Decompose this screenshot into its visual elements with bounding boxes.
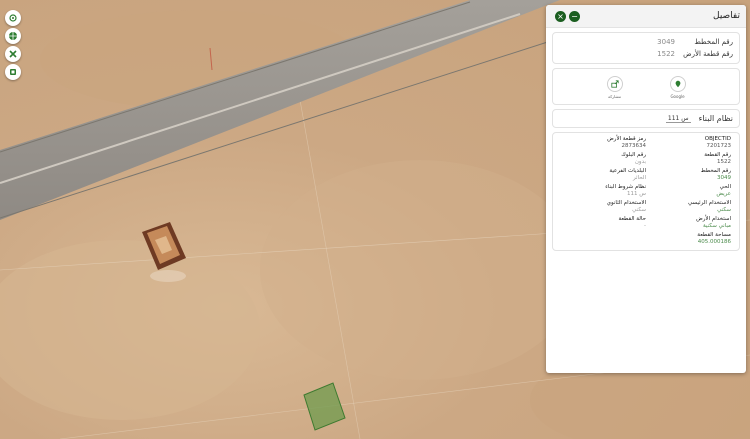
- attribute-cell: [561, 232, 646, 246]
- attribute-value: 3049: [717, 175, 731, 181]
- google-maps-icon: [675, 80, 680, 88]
- share-label: مشاركة: [608, 94, 621, 99]
- attribute-cell: استخدام الأرض مباني سكنية: [646, 216, 731, 230]
- attribute-label: الحي: [719, 184, 731, 190]
- plan-number-label: رقم المخطط: [694, 38, 733, 46]
- attribute-label: رقم القطعة: [704, 152, 731, 158]
- attribute-cell: حالة القطعة -: [561, 216, 646, 230]
- details-panel: تفاصيل − × رقم المخطط 3049 رقم قطعة الأرض…: [546, 5, 746, 373]
- building-system-card: نظام البناء س 111: [552, 109, 740, 128]
- attribute-value: سكني: [717, 207, 731, 213]
- plan-number-value: 3049: [657, 38, 675, 46]
- building-system-value[interactable]: س 111: [665, 115, 691, 123]
- attribute-cell: رقم البلوك بدون: [561, 152, 646, 166]
- attribute-label: البلديات الفرعية: [609, 168, 646, 174]
- attribute-cell: البلديات الفرعية الحائر: [561, 168, 646, 182]
- layers-icon[interactable]: [5, 64, 21, 80]
- attributes-card: OBJECTID 7201723 رمز قطعة الأرض 2873634 رقم …: [552, 132, 740, 251]
- attribute-label: رمز قطعة الأرض: [607, 136, 646, 142]
- attribute-cell: الاستخدام الثانوي سكني: [561, 200, 646, 214]
- attribute-cell: رقم القطعة 1522: [646, 152, 731, 166]
- close-icon[interactable]: ×: [555, 10, 566, 22]
- locate-icon[interactable]: [5, 10, 21, 26]
- attribute-value: 7201723: [706, 143, 732, 149]
- attribute-label: مساحة القطعة: [697, 232, 731, 238]
- attribute-label: الاستخدام الثانوي: [606, 200, 646, 206]
- attribute-cell: نظام شروط البناء س 111: [561, 184, 646, 198]
- attribute-label: نظام شروط البناء: [605, 184, 646, 190]
- attribute-label: استخدام الأرض: [696, 216, 731, 222]
- attribute-cell: الاستخدام الرئيسي سكني: [646, 200, 731, 214]
- tools-icon[interactable]: [5, 46, 21, 62]
- attribute-value: 1522: [717, 159, 731, 165]
- attribute-value: الحائر: [633, 175, 646, 181]
- attribute-value: س 111: [627, 191, 646, 197]
- attribute-label: الاستخدام الرئيسي: [688, 200, 731, 206]
- parcel-number-label: رقم قطعة الأرض: [683, 50, 733, 58]
- attribute-value: -: [644, 223, 646, 229]
- attribute-cell: الحي عريض: [646, 184, 731, 198]
- attribute-cell: رمز قطعة الأرض 2873634: [561, 136, 646, 150]
- attribute-cell: مساحة القطعة 405.000186: [646, 232, 731, 246]
- attribute-value: بدون: [634, 159, 646, 165]
- globe-icon[interactable]: [5, 28, 21, 44]
- attribute-value: 2873634: [621, 143, 647, 149]
- summary-card: رقم المخطط 3049 رقم قطعة الأرض 1522: [552, 32, 740, 64]
- attributes-grid: OBJECTID 7201723 رمز قطعة الأرض 2873634 رقم …: [553, 133, 739, 250]
- attribute-label: رقم المخطط: [700, 168, 731, 174]
- attribute-value: سكني: [632, 207, 646, 213]
- attribute-value: 405.000186: [697, 239, 731, 245]
- attribute-cell: OBJECTID 7201723: [646, 136, 731, 150]
- attribute-label: رقم البلوك: [621, 152, 646, 158]
- panel-header: تفاصيل − ×: [546, 5, 746, 28]
- panel-title: تفاصيل: [713, 11, 740, 21]
- minimize-icon[interactable]: −: [569, 10, 580, 22]
- attribute-value: عريض: [716, 191, 731, 197]
- attribute-value: مباني سكنية: [702, 223, 731, 229]
- attribute-label: OBJECTID: [704, 136, 731, 142]
- google-label: Google: [670, 94, 685, 99]
- attribute-cell: رقم المخطط 3049: [646, 168, 731, 182]
- share-icon: [610, 80, 619, 88]
- google-button[interactable]: Google: [669, 76, 686, 99]
- parcel-number-value: 1522: [657, 50, 675, 58]
- building-system-label: نظام البناء: [698, 114, 733, 123]
- actions-card: Google مشاركة: [552, 68, 740, 105]
- share-button[interactable]: مشاركة: [606, 76, 623, 99]
- selected-parcel: [303, 382, 346, 431]
- attribute-label: حالة القطعة: [618, 216, 646, 222]
